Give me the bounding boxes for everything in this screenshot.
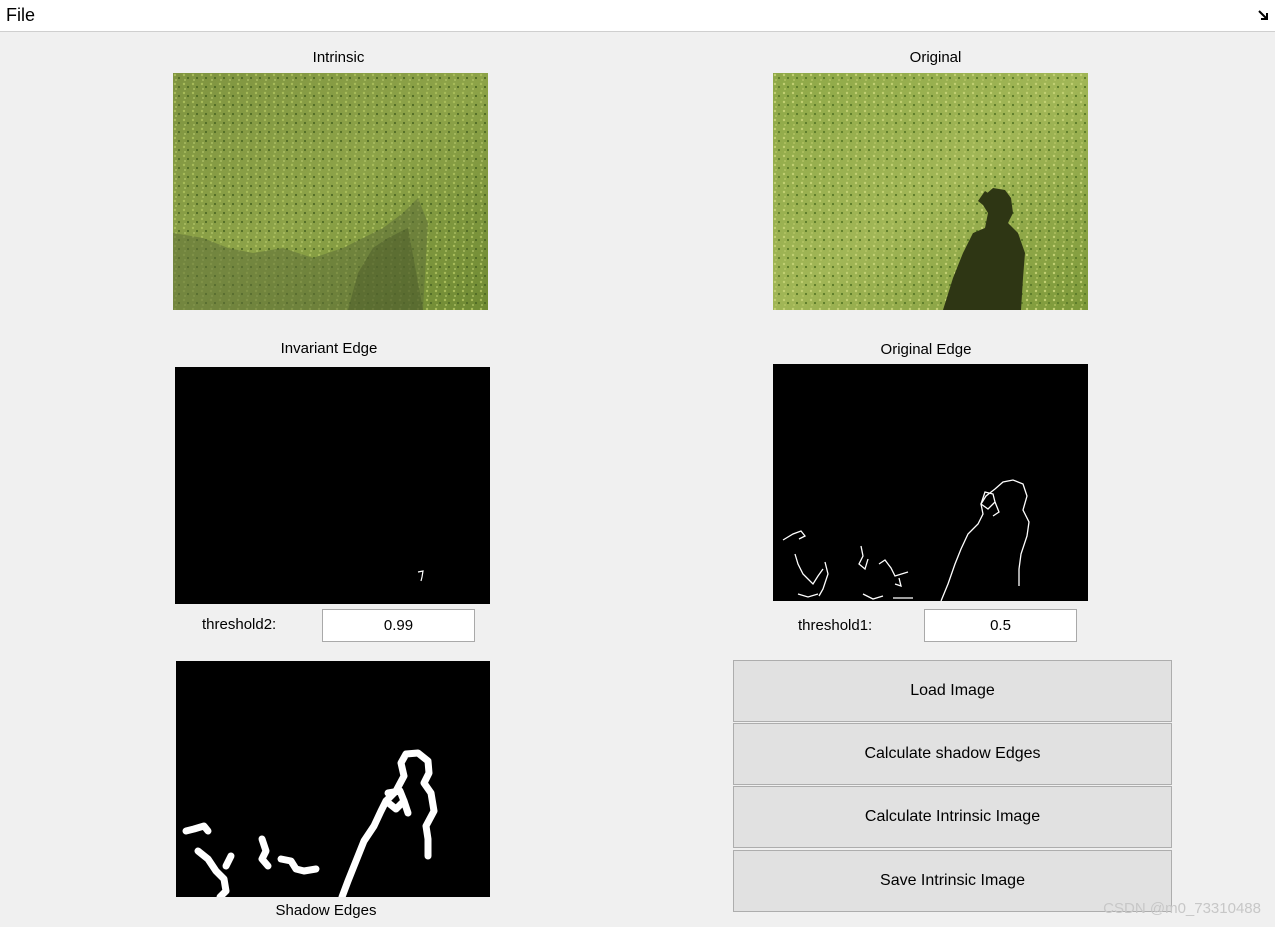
menu-file[interactable]: File (6, 5, 35, 26)
menu-bar: File (0, 0, 1275, 32)
invariant-edge-title: Invariant Edge (280, 340, 378, 357)
calculate-intrinsic-image-button[interactable]: Calculate Intrinsic Image (733, 786, 1172, 848)
calculate-shadow-edges-button[interactable]: Calculate shadow Edges (733, 723, 1172, 785)
original-edge-image (773, 364, 1088, 601)
invariant-edge-image (175, 367, 490, 604)
intrinsic-title: Intrinsic (312, 49, 365, 66)
watermark: CSDN @m0_73310488 (1103, 900, 1261, 917)
load-image-button[interactable]: Load Image (733, 660, 1172, 722)
shadow-edges-image (176, 661, 490, 897)
resize-arrow-icon[interactable] (1257, 8, 1271, 22)
original-title: Original (909, 49, 962, 66)
threshold2-label: threshold2: (202, 616, 277, 633)
threshold1-field[interactable] (924, 609, 1077, 642)
threshold1-label: threshold1: (798, 617, 873, 634)
shadow-edges-title: Shadow Edges (275, 902, 377, 919)
threshold2-field[interactable] (322, 609, 475, 642)
original-edge-title: Original Edge (880, 341, 972, 358)
intrinsic-image (173, 73, 488, 310)
original-image (773, 73, 1088, 310)
